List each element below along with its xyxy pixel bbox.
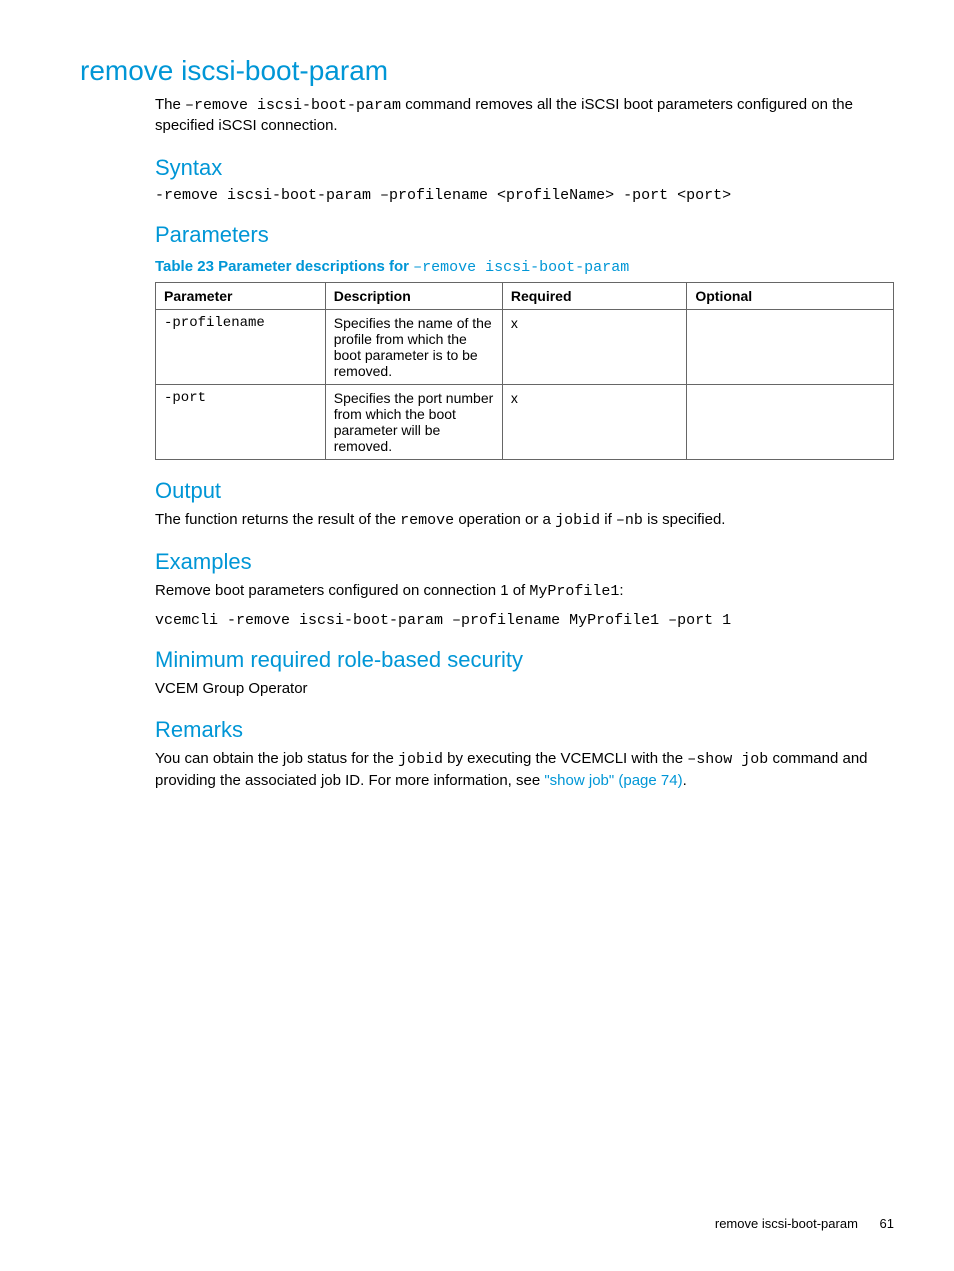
remarks-paragraph: You can obtain the job status for the jo… bbox=[155, 749, 894, 791]
cell-required: x bbox=[502, 384, 687, 459]
footer-page-number: 61 bbox=[880, 1216, 894, 1231]
intro-pre: The bbox=[155, 96, 185, 113]
examples-heading: Examples bbox=[155, 549, 894, 575]
cell-optional bbox=[687, 309, 894, 384]
page-title: remove iscsi-boot-param bbox=[80, 55, 894, 87]
security-heading: Minimum required role-based security bbox=[155, 647, 894, 673]
cell-optional bbox=[687, 384, 894, 459]
cell-required: x bbox=[502, 309, 687, 384]
syntax-heading: Syntax bbox=[155, 155, 894, 181]
examples-intro-pre: Remove boot parameters configured on con… bbox=[155, 582, 529, 599]
output-post: is specified. bbox=[643, 511, 726, 528]
intro-paragraph: The –remove iscsi-boot-param command rem… bbox=[155, 95, 894, 137]
th-description: Description bbox=[325, 282, 502, 309]
output-pre: The function returns the result of the bbox=[155, 511, 400, 528]
table-header-row: Parameter Description Required Optional bbox=[156, 282, 894, 309]
parameters-table: Parameter Description Required Optional … bbox=[155, 282, 894, 460]
remarks-link[interactable]: "show job" (page 74) bbox=[544, 772, 682, 789]
table-row: -port Specifies the port number from whi… bbox=[156, 384, 894, 459]
remarks-code2: –show job bbox=[687, 751, 768, 768]
output-code3: –nb bbox=[616, 512, 643, 529]
cell-param: -port bbox=[156, 384, 326, 459]
remarks-heading: Remarks bbox=[155, 717, 894, 743]
table-caption: Table 23 Parameter descriptions for –rem… bbox=[155, 258, 894, 276]
remarks-code1: jobid bbox=[398, 751, 443, 768]
table-row: -profilename Specifies the name of the p… bbox=[156, 309, 894, 384]
remarks-pre: You can obtain the job status for the bbox=[155, 750, 398, 767]
examples-intro: Remove boot parameters configured on con… bbox=[155, 581, 894, 602]
th-required: Required bbox=[502, 282, 687, 309]
cell-desc: Specifies the port number from which the… bbox=[325, 384, 502, 459]
output-code1: remove bbox=[400, 512, 454, 529]
syntax-text: -remove iscsi-boot-param –profilename <p… bbox=[155, 187, 894, 204]
footer-label: remove iscsi-boot-param bbox=[715, 1216, 858, 1231]
output-code2: jobid bbox=[555, 512, 600, 529]
caption-prefix: Table 23 Parameter descriptions for bbox=[155, 258, 413, 275]
output-paragraph: The function returns the result of the r… bbox=[155, 510, 894, 531]
examples-command: vcemcli -remove iscsi-boot-param –profil… bbox=[155, 612, 894, 629]
cell-desc: Specifies the name of the profile from w… bbox=[325, 309, 502, 384]
th-parameter: Parameter bbox=[156, 282, 326, 309]
output-mid1: operation or a bbox=[454, 511, 555, 528]
output-mid2: if bbox=[600, 511, 616, 528]
parameters-heading: Parameters bbox=[155, 222, 894, 248]
page-footer: remove iscsi-boot-param 61 bbox=[715, 1216, 894, 1231]
output-heading: Output bbox=[155, 478, 894, 504]
remarks-mid1: by executing the VCEMCLI with the bbox=[443, 750, 687, 767]
security-text: VCEM Group Operator bbox=[155, 679, 894, 699]
examples-intro-post: : bbox=[619, 582, 623, 599]
intro-code: –remove iscsi-boot-param bbox=[185, 97, 401, 114]
caption-code: –remove iscsi-boot-param bbox=[413, 259, 629, 276]
examples-intro-code: MyProfile1 bbox=[529, 583, 619, 600]
remarks-post: . bbox=[683, 772, 687, 789]
th-optional: Optional bbox=[687, 282, 894, 309]
cell-param: -profilename bbox=[156, 309, 326, 384]
